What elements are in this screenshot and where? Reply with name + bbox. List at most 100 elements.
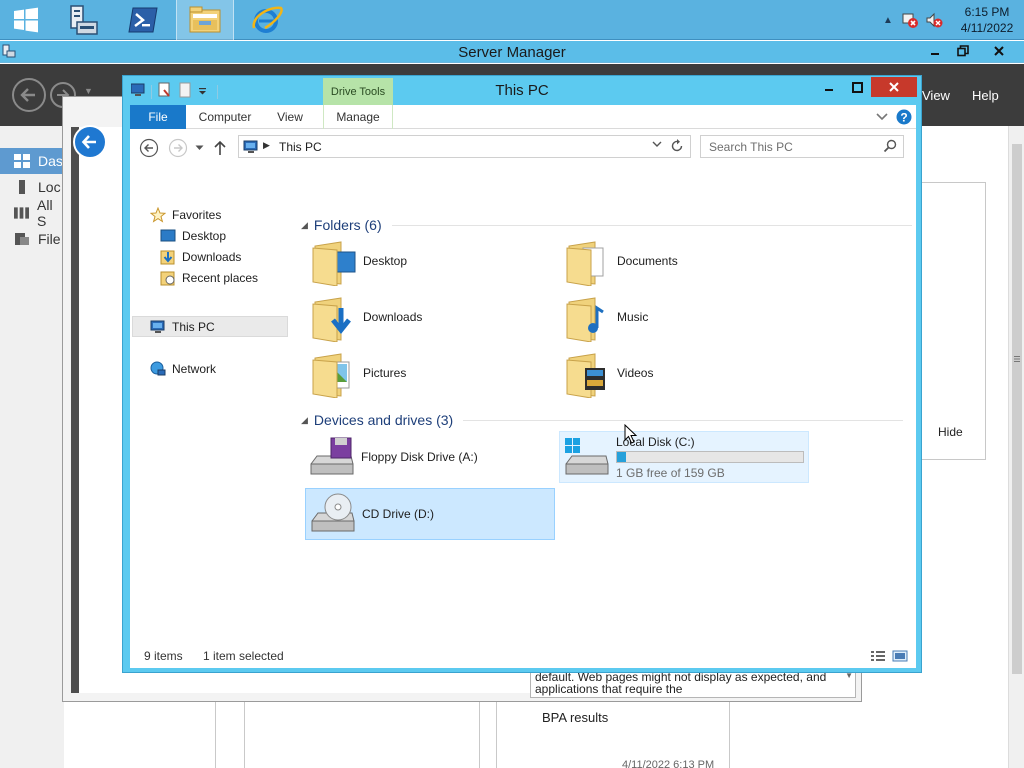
speaker-muted-icon bbox=[926, 12, 943, 28]
sm-close-button[interactable] bbox=[976, 42, 1022, 60]
ribbon-expand-button[interactable] bbox=[876, 111, 888, 125]
drive-cd-d[interactable]: CD Drive (D:) bbox=[305, 488, 555, 540]
address-path[interactable]: This PC bbox=[279, 140, 322, 154]
folder-pictures[interactable]: Pictures bbox=[305, 348, 545, 400]
folder-name: Documents bbox=[617, 254, 678, 268]
tray-volume[interactable] bbox=[922, 10, 946, 30]
sm-sidebar-label: File bbox=[38, 231, 61, 247]
folders-header-label: Folders (6) bbox=[313, 217, 382, 233]
taskbar-server-manager-button[interactable] bbox=[54, 0, 112, 40]
collapse-triangle-icon[interactable]: ◢ bbox=[301, 220, 308, 231]
close-icon bbox=[889, 82, 899, 92]
sm-restore-button[interactable] bbox=[948, 42, 978, 60]
folders-group-header[interactable]: ◢ Folders (6) bbox=[301, 217, 912, 233]
tab-manage[interactable]: Manage bbox=[323, 105, 393, 129]
help-button[interactable]: ? bbox=[896, 109, 912, 128]
nav-recent-places[interactable]: Recent places bbox=[160, 268, 258, 288]
folder-downloads[interactable]: Downloads bbox=[305, 292, 545, 344]
details-view-button[interactable] bbox=[869, 648, 887, 664]
search-box[interactable]: Search This PC bbox=[700, 135, 904, 158]
wizard-description-text: default. Web pages might not display as … bbox=[535, 670, 827, 696]
disk-free-space: 1 GB free of 159 GB bbox=[616, 466, 725, 480]
maximize-icon bbox=[851, 81, 863, 93]
sm-sidebar-all-servers[interactable]: All S bbox=[0, 197, 64, 229]
desktop-icon bbox=[160, 228, 176, 244]
start-button[interactable] bbox=[0, 0, 52, 40]
status-item-count: 9 items bbox=[144, 649, 183, 663]
devices-header-label: Devices and drives (3) bbox=[313, 412, 454, 428]
address-bar[interactable]: ▶ This PC bbox=[238, 135, 691, 158]
large-icons-view-button[interactable] bbox=[891, 648, 909, 664]
drive-local-disk-c[interactable]: Local Disk (C:) 1 GB free of 159 GB bbox=[559, 431, 809, 483]
sm-menu-view[interactable]: View bbox=[922, 88, 950, 103]
sm-sidebar-file-storage[interactable]: File bbox=[0, 226, 64, 252]
back-button[interactable] bbox=[139, 138, 159, 158]
refresh-button[interactable] bbox=[670, 138, 684, 157]
sm-menu-help[interactable]: Help bbox=[972, 88, 999, 103]
taskbar-powershell-button[interactable] bbox=[114, 0, 172, 40]
address-history-dropdown[interactable] bbox=[652, 140, 662, 151]
sm-history-dropdown[interactable]: ▼ bbox=[84, 86, 93, 96]
navigation-pane: Favorites Desktop Downloads Recent place… bbox=[130, 165, 295, 645]
nav-network[interactable]: Network bbox=[150, 359, 216, 379]
sm-tile bbox=[244, 700, 480, 768]
breadcrumb-separator-icon[interactable]: ▶ bbox=[263, 140, 270, 151]
nav-downloads[interactable]: Downloads bbox=[160, 247, 241, 267]
folder-music[interactable]: Music bbox=[559, 292, 799, 344]
tab-file[interactable]: File bbox=[130, 105, 186, 129]
folder-name: Pictures bbox=[363, 366, 407, 380]
folder-videos[interactable]: Videos bbox=[559, 348, 799, 400]
svg-text:?: ? bbox=[900, 111, 907, 125]
forward-button[interactable] bbox=[168, 138, 188, 158]
sm-scroll-thumb[interactable] bbox=[1012, 144, 1022, 674]
tab-view[interactable]: View bbox=[268, 105, 312, 129]
taskbar-clock[interactable]: 6:15 PM 4/11/2022 bbox=[950, 4, 1024, 36]
wizard-back-button[interactable] bbox=[73, 125, 107, 159]
sm-vertical-scrollbar[interactable] bbox=[1008, 126, 1024, 768]
nav-label: Network bbox=[172, 362, 217, 376]
nav-label: This PC bbox=[172, 320, 215, 334]
explorer-minimize-button[interactable] bbox=[815, 77, 843, 97]
sm-sidebar-dashboard[interactable]: Das bbox=[0, 148, 64, 174]
tray-overflow-button[interactable]: ▲ bbox=[878, 15, 898, 26]
cd-drive-icon bbox=[311, 493, 355, 532]
folder-desktop[interactable]: Desktop bbox=[305, 236, 545, 288]
star-icon bbox=[150, 207, 166, 223]
nav-favorites[interactable]: Favorites bbox=[150, 205, 221, 225]
sm-minimize-button[interactable] bbox=[920, 42, 950, 60]
bpa-results-label[interactable]: BPA results bbox=[542, 710, 608, 725]
sm-back-button[interactable] bbox=[12, 78, 46, 112]
explorer-titlebar: Drive Tools This PC bbox=[123, 76, 921, 106]
search-icon[interactable] bbox=[883, 139, 897, 156]
search-input[interactable]: Search This PC bbox=[709, 140, 793, 154]
sm-hide-link[interactable]: Hide bbox=[938, 425, 963, 439]
videos-folder-icon bbox=[566, 353, 605, 398]
server-manager-sidebar: Das Loc All S File bbox=[0, 126, 64, 768]
folder-documents[interactable]: Documents bbox=[559, 236, 799, 288]
tab-computer[interactable]: Computer bbox=[192, 105, 258, 129]
status-bar: 9 items 1 item selected bbox=[130, 645, 916, 668]
network-icon bbox=[150, 361, 166, 377]
taskbar-internet-explorer-button[interactable] bbox=[238, 0, 296, 40]
explorer-ribbon-tabs: File Computer View Manage ? bbox=[130, 105, 916, 129]
nav-this-pc[interactable]: This PC bbox=[150, 317, 215, 337]
up-button[interactable] bbox=[210, 138, 230, 158]
nav-label: Favorites bbox=[172, 208, 222, 222]
recent-locations-dropdown[interactable] bbox=[192, 138, 206, 158]
explorer-close-button[interactable] bbox=[871, 77, 917, 97]
tray-action-center[interactable] bbox=[898, 10, 922, 30]
explorer-maximize-button[interactable] bbox=[843, 77, 871, 97]
file-explorer-icon bbox=[189, 6, 221, 33]
all-servers-icon bbox=[14, 207, 29, 219]
devices-group-header[interactable]: ◢ Devices and drives (3) bbox=[301, 412, 904, 428]
nav-desktop[interactable]: Desktop bbox=[160, 226, 226, 246]
chevron-down-icon: ▼ bbox=[84, 86, 93, 96]
collapse-triangle-icon[interactable]: ◢ bbox=[301, 415, 308, 426]
address-row: ▶ This PC Search This PC bbox=[130, 129, 916, 165]
taskbar-file-explorer-button[interactable] bbox=[176, 0, 234, 40]
minimize-icon bbox=[825, 89, 833, 91]
nav-label: Downloads bbox=[182, 250, 242, 264]
action-center-flag-icon bbox=[902, 13, 918, 28]
music-folder-icon bbox=[566, 297, 604, 342]
drive-floppy[interactable]: Floppy Disk Drive (A:) bbox=[305, 432, 555, 484]
